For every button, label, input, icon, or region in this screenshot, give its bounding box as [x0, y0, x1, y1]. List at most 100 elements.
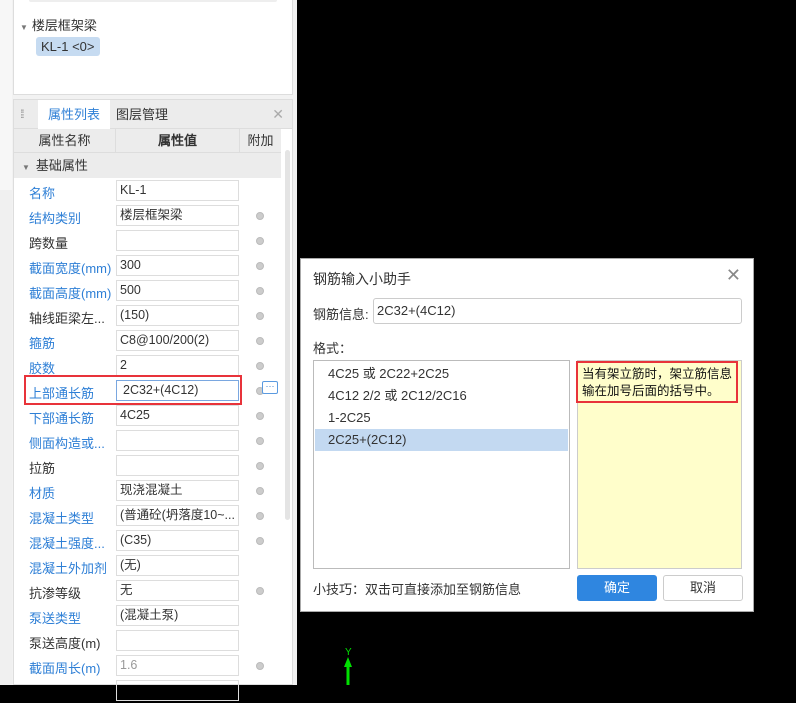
property-name: 名称 [29, 186, 56, 201]
collapse-triangle-icon[interactable]: ▼ [20, 23, 28, 32]
property-value-input[interactable]: KL-1 [116, 180, 239, 201]
extra-radio[interactable] [256, 262, 264, 270]
extra-radio[interactable] [256, 587, 264, 595]
property-name: 截面周长(m) [29, 661, 101, 676]
property-value-input[interactable]: 楼层框架梁 [116, 205, 239, 226]
property-row: 抗渗等级 无 [14, 578, 281, 603]
property-row [14, 678, 281, 703]
property-rows: 名称 KL-1 结构类别 楼层框架梁 跨数量 截面宽度(mm) 300 截面高度(mm) 500… [14, 178, 292, 703]
property-value-input[interactable]: C8@100/200(2) [116, 330, 239, 351]
property-row: 轴线距梁左... (150) [14, 303, 281, 328]
drag-grip-icon[interactable]: ⁞⁞ [20, 107, 24, 121]
more-options-icon[interactable]: ··· [262, 381, 278, 394]
property-value-input[interactable]: (混凝土泵) [116, 605, 239, 626]
axis-y-line [346, 667, 350, 685]
property-row: 下部通长筋 4C25 [14, 403, 281, 428]
property-value-input[interactable] [116, 680, 239, 701]
property-name: 胶数 [29, 361, 56, 376]
ok-button[interactable]: 确定 [577, 575, 657, 601]
property-value-input[interactable]: (150) [116, 305, 239, 326]
header-name: 属性名称 [14, 129, 116, 152]
collapse-triangle-icon[interactable]: ▼ [22, 163, 30, 172]
format-note: 当有架立筋时，架立筋信息输在加号后面的括号中。 [576, 360, 742, 569]
property-row: 混凝土类型 (普通砼(坍落度10~... [14, 503, 281, 528]
tip-text: 小技巧：双击可直接添加至钢筋信息 [313, 582, 522, 597]
cancel-button[interactable]: 取消 [663, 575, 743, 601]
property-row: 箍筋 C8@100/200(2) [14, 328, 281, 353]
property-value-input[interactable]: 4C25 [116, 405, 239, 426]
tab-layer-management[interactable]: 图层管理 [106, 100, 178, 129]
property-row: 材质 现浇混凝土 [14, 478, 281, 503]
property-name: 下部通长筋 [29, 411, 95, 426]
extra-radio[interactable] [256, 237, 264, 245]
property-name: 截面高度(mm) [29, 286, 112, 301]
property-value-input[interactable]: (C35) [116, 530, 239, 551]
extra-radio[interactable] [256, 462, 264, 470]
property-name: 拉筋 [29, 461, 56, 476]
property-name: 泵送高度(m) [29, 636, 101, 651]
property-value-input[interactable]: 1.6 [116, 655, 239, 676]
extra-radio[interactable] [256, 487, 264, 495]
group-label: 基础属性 [35, 158, 88, 173]
extra-radio[interactable] [256, 437, 264, 445]
format-label: 格式： [313, 341, 353, 356]
tree-group[interactable]: ▼ 楼层框架梁 [20, 15, 97, 34]
property-name: 混凝土类型 [29, 511, 95, 526]
panel-tabs: ⁞⁞ 属性列表 图层管理 ✕ [14, 100, 292, 129]
property-row: 上部通长筋 2C32+(4C12) ··· [14, 375, 281, 405]
note-text: 当有架立筋时，架立筋信息输在加号后面的括号中。 [576, 361, 738, 403]
format-list-item[interactable]: 2C25+(2C12) [315, 429, 568, 451]
dialog-close-icon[interactable]: ✕ [726, 265, 741, 286]
tree-item-kl1[interactable]: KL-1 <0> [36, 37, 100, 56]
format-list-item[interactable]: 4C25 或 2C22+2C25 [315, 363, 568, 385]
rebar-info-label: 钢筋信息: [313, 307, 369, 322]
format-list[interactable]: 4C25 或 2C22+2C25 4C12 2/2 或 2C12/2C16 1-2C… [313, 360, 570, 569]
format-list-item[interactable]: 1-2C25 [315, 407, 568, 429]
group-basic-properties[interactable]: ▼ 基础属性 [14, 153, 281, 178]
extra-radio[interactable] [256, 412, 264, 420]
property-value-input[interactable]: 2 [116, 355, 239, 376]
extra-radio[interactable] [256, 287, 264, 295]
property-name: 抗渗等级 [29, 586, 82, 601]
extra-radio[interactable] [256, 662, 264, 670]
property-value-input[interactable] [116, 455, 239, 476]
property-row: 泵送类型 (混凝土泵) [14, 603, 281, 628]
extra-radio[interactable] [256, 512, 264, 520]
header-extra: 附加 [247, 133, 274, 148]
header-value: 属性值 [116, 129, 240, 152]
rebar-info-input[interactable]: 2C32+(4C12) [373, 298, 742, 324]
extra-radio[interactable] [256, 537, 264, 545]
property-name: 材质 [29, 486, 56, 501]
property-name: 截面宽度(mm) [29, 261, 112, 276]
property-value-input[interactable]: (普通砼(坍落度10~... [116, 505, 239, 526]
tree-group-label: 楼层框架梁 [31, 18, 97, 33]
property-row: 拉筋 [14, 453, 281, 478]
component-tree: ▼ 楼层框架梁 KL-1 <0> [13, 0, 293, 95]
property-value-input[interactable] [116, 630, 239, 651]
property-row: 截面宽度(mm) 300 [14, 253, 281, 278]
property-name: 混凝土强度... [29, 536, 105, 551]
property-value-input[interactable]: 300 [116, 255, 239, 276]
close-icon[interactable]: ✕ [272, 106, 284, 123]
property-row: 混凝土强度... (C35) [14, 528, 281, 553]
property-name: 泵送类型 [29, 611, 82, 626]
property-value-input[interactable]: 2C32+(4C12) [116, 380, 239, 401]
property-value-input[interactable]: 无 [116, 580, 239, 601]
property-value-input[interactable]: (无) [116, 555, 239, 576]
extra-radio[interactable] [256, 312, 264, 320]
extra-radio[interactable] [256, 362, 264, 370]
property-value-input[interactable] [116, 430, 239, 451]
vertical-scrollbar[interactable] [285, 150, 290, 520]
property-value-input[interactable] [116, 230, 239, 251]
property-value-input[interactable]: 现浇混凝土 [116, 480, 239, 501]
property-name: 轴线距梁左... [29, 311, 105, 326]
extra-radio[interactable] [256, 212, 264, 220]
extra-radio[interactable] [256, 337, 264, 345]
property-value-input[interactable]: 500 [116, 280, 239, 301]
tab-property-list[interactable]: 属性列表 [38, 100, 111, 129]
property-row: 胶数 2 [14, 353, 281, 378]
property-row: 截面周长(m) 1.6 [14, 653, 281, 678]
search-bar-edge [29, 0, 277, 2]
property-name: 结构类别 [29, 211, 82, 226]
format-list-item[interactable]: 4C12 2/2 或 2C12/2C16 [315, 385, 568, 407]
